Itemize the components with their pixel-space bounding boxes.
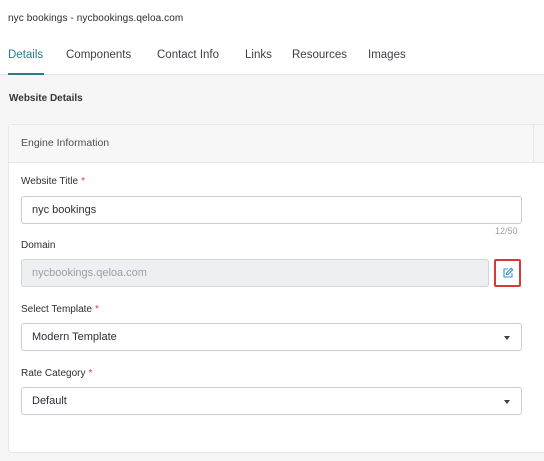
edit-domain-button[interactable] [494, 259, 521, 287]
tab-links[interactable]: Links [245, 49, 272, 61]
edit-icon [502, 267, 513, 278]
required-mark: * [94, 304, 99, 315]
top-bar: nyc bookings - nycbookings.qeloa.com [0, 0, 544, 38]
website-title-label: Website Title * [21, 176, 85, 187]
caret-down-icon [504, 336, 510, 340]
domain-label-text: Domain [21, 240, 56, 251]
tab-resources[interactable]: Resources [292, 49, 347, 61]
rate-category-select-value: Default [32, 395, 67, 407]
template-label-text: Select Template [21, 304, 92, 315]
template-label: Select Template * [21, 304, 99, 315]
card-title: Engine Information [21, 137, 110, 149]
tab-bar: Details Components Contact Info Links Re… [0, 38, 544, 75]
card-header: Engine Information [9, 125, 544, 163]
domain-label: Domain [21, 240, 55, 251]
tab-details[interactable]: Details [8, 49, 43, 61]
rate-category-select[interactable]: Default [21, 387, 522, 415]
domain-input [21, 259, 489, 287]
rate-category-label: Rate Category * [21, 368, 92, 379]
website-title-input[interactable] [21, 196, 522, 224]
required-mark: * [88, 368, 93, 379]
page-title: nyc bookings - nycbookings.qeloa.com [8, 13, 184, 24]
caret-down-icon [504, 400, 510, 404]
tab-contact-info[interactable]: Contact Info [157, 49, 219, 61]
active-tab-indicator [8, 73, 44, 75]
header-divider [533, 125, 534, 163]
character-counter: 12/50 [495, 226, 518, 236]
tab-components[interactable]: Components [66, 49, 131, 61]
website-title-label-text: Website Title [21, 176, 79, 187]
required-mark: * [81, 176, 85, 187]
tab-images[interactable]: Images [368, 49, 406, 61]
rate-category-label-text: Rate Category [21, 368, 86, 379]
section-title: Website Details [9, 93, 83, 104]
template-select[interactable]: Modern Template [21, 323, 522, 351]
template-select-value: Modern Template [32, 331, 117, 343]
